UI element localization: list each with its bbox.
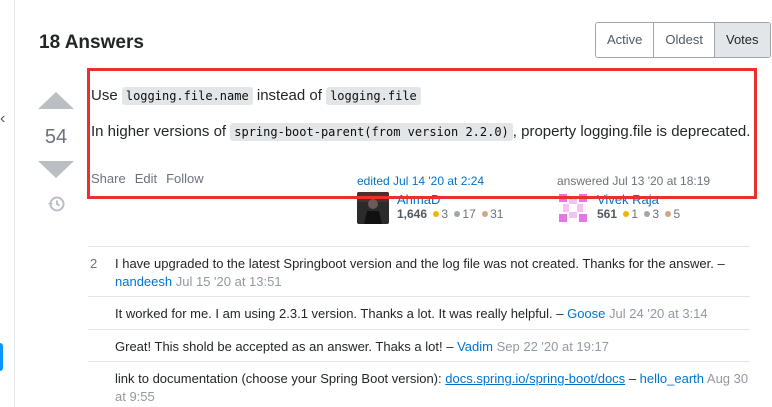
author-reputation: 561 1 3 5 xyxy=(597,207,680,221)
bronze-badge-count: 5 xyxy=(673,207,681,221)
editor-user-card: edited Jul 14 '20 at 2:24 AhmaD 1,646 3 … xyxy=(357,174,547,224)
comment-text: Great! This shold be accepted as an answ… xyxy=(115,338,454,354)
comment-user-link[interactable]: Vadim xyxy=(457,339,493,354)
answer-text: Use xyxy=(91,87,118,104)
comment-score: 2 xyxy=(90,256,98,271)
upvote-arrow-icon[interactable] xyxy=(38,92,74,109)
comment-score xyxy=(88,370,115,405)
sort-active-button[interactable]: Active xyxy=(596,23,655,57)
comment-text: I have upgraded to the latest Springboot… xyxy=(115,256,725,271)
vote-column: 54 xyxy=(36,92,76,214)
edit-link[interactable]: Edit xyxy=(135,171,157,186)
answer-text: In higher versions of xyxy=(91,123,227,141)
answer-paragraph-1: Use logging.file.name instead of logging… xyxy=(91,86,761,106)
code-inline: logging.file.name xyxy=(121,87,253,105)
comment-date[interactable]: Sep 22 '20 at 19:17 xyxy=(497,339,609,354)
comment-date[interactable]: Jul 15 '20 at 13:51 xyxy=(176,274,282,289)
silver-badge-icon xyxy=(644,211,651,218)
reputation-score: 1,646 xyxy=(397,207,428,221)
comment-body: I have upgraded to the latest Springboot… xyxy=(115,255,750,290)
follow-link[interactable]: Follow xyxy=(166,171,204,186)
bronze-badge-icon xyxy=(482,211,489,218)
sidebar-active-indicator xyxy=(0,343,3,371)
sort-button-group: Active Oldest Votes xyxy=(595,22,771,58)
gold-badge-count: 3 xyxy=(441,207,449,221)
comment-item: 2 I have upgraded to the latest Springbo… xyxy=(88,247,750,298)
comment-item: link to documentation (choose your Sprin… xyxy=(88,362,750,407)
author-user-row: Vivek Raja 561 1 3 5 xyxy=(557,192,747,224)
reputation-score: 561 xyxy=(597,207,618,221)
code-inline: spring-boot-parent(from version 2.2.0) xyxy=(230,123,513,142)
sidebar-divider xyxy=(14,0,15,407)
silver-badge-count: 3 xyxy=(652,207,660,221)
gold-badge-count: 1 xyxy=(631,207,639,221)
left-sidebar: ‹ xyxy=(0,0,14,407)
sort-oldest-button[interactable]: Oldest xyxy=(654,23,715,57)
comment-user-link[interactable]: hello_earth xyxy=(640,371,704,386)
edited-timestamp-link[interactable]: edited Jul 14 '20 at 2:24 xyxy=(357,174,547,188)
comment-body: It worked for me. I am using 2.3.1 versi… xyxy=(115,305,708,323)
author-user-card: answered Jul 13 '20 at 18:19 Vivek Raja … xyxy=(557,174,747,224)
silver-badge-count: 17 xyxy=(462,207,476,221)
comment-item: It worked for me. I am using 2.3.1 versi… xyxy=(88,297,750,330)
history-icon[interactable] xyxy=(46,194,66,214)
comment-score xyxy=(88,305,115,323)
silver-badge-icon xyxy=(454,211,461,218)
comment-body: link to documentation (choose your Sprin… xyxy=(115,370,750,405)
editor-username[interactable]: AhmaD xyxy=(397,192,503,207)
answer-text: instead of xyxy=(256,87,322,104)
comment-user-link[interactable]: nandeesh xyxy=(115,274,172,289)
author-username[interactable]: Vivek Raja xyxy=(597,192,680,207)
comments-list: 2 I have upgraded to the latest Springbo… xyxy=(88,246,750,407)
answer-body: Use logging.file.name instead of logging… xyxy=(91,86,761,159)
bronze-badge-icon xyxy=(665,211,672,218)
answer-paragraph-2: In higher versions of spring-boot-parent… xyxy=(91,122,761,142)
comment-item: Great! This shold be accepted as an answ… xyxy=(88,330,750,363)
answer-text: , property logging.file is deprecated. xyxy=(512,123,751,141)
chevron-left-icon[interactable]: ‹ xyxy=(0,110,5,128)
comment-text: It worked for me. I am using 2.3.1 versi… xyxy=(115,306,564,322)
editor-user-row: AhmaD 1,646 3 17 31 xyxy=(357,192,547,224)
bronze-badge-count: 31 xyxy=(490,207,504,221)
downvote-arrow-icon[interactable] xyxy=(38,161,74,178)
gold-badge-icon xyxy=(623,211,630,218)
editor-reputation: 1,646 3 17 31 xyxy=(397,207,503,221)
comment-score xyxy=(88,338,115,356)
comment-text: link to documentation (choose your Sprin… xyxy=(115,371,442,387)
sort-votes-button[interactable]: Votes xyxy=(714,23,770,57)
answers-count-heading: 18 Answers xyxy=(39,32,144,53)
answered-timestamp[interactable]: answered Jul 13 '20 at 18:19 xyxy=(557,174,747,188)
comment-separator: – xyxy=(628,371,637,387)
share-link[interactable]: Share xyxy=(91,171,126,186)
avatar[interactable] xyxy=(357,192,389,224)
comment-body: Great! This shold be accepted as an answ… xyxy=(115,338,609,356)
documentation-link[interactable]: docs.spring.io/spring-boot/docs xyxy=(445,371,625,386)
comment-date[interactable]: Jul 24 '20 at 3:14 xyxy=(609,306,708,321)
comment-user-link[interactable]: Goose xyxy=(567,306,605,321)
avatar[interactable] xyxy=(557,192,589,224)
vote-count: 54 xyxy=(44,126,68,148)
post-menu: Share Edit Follow xyxy=(91,171,204,186)
code-inline: logging.file xyxy=(326,87,421,105)
gold-badge-icon xyxy=(433,211,440,218)
